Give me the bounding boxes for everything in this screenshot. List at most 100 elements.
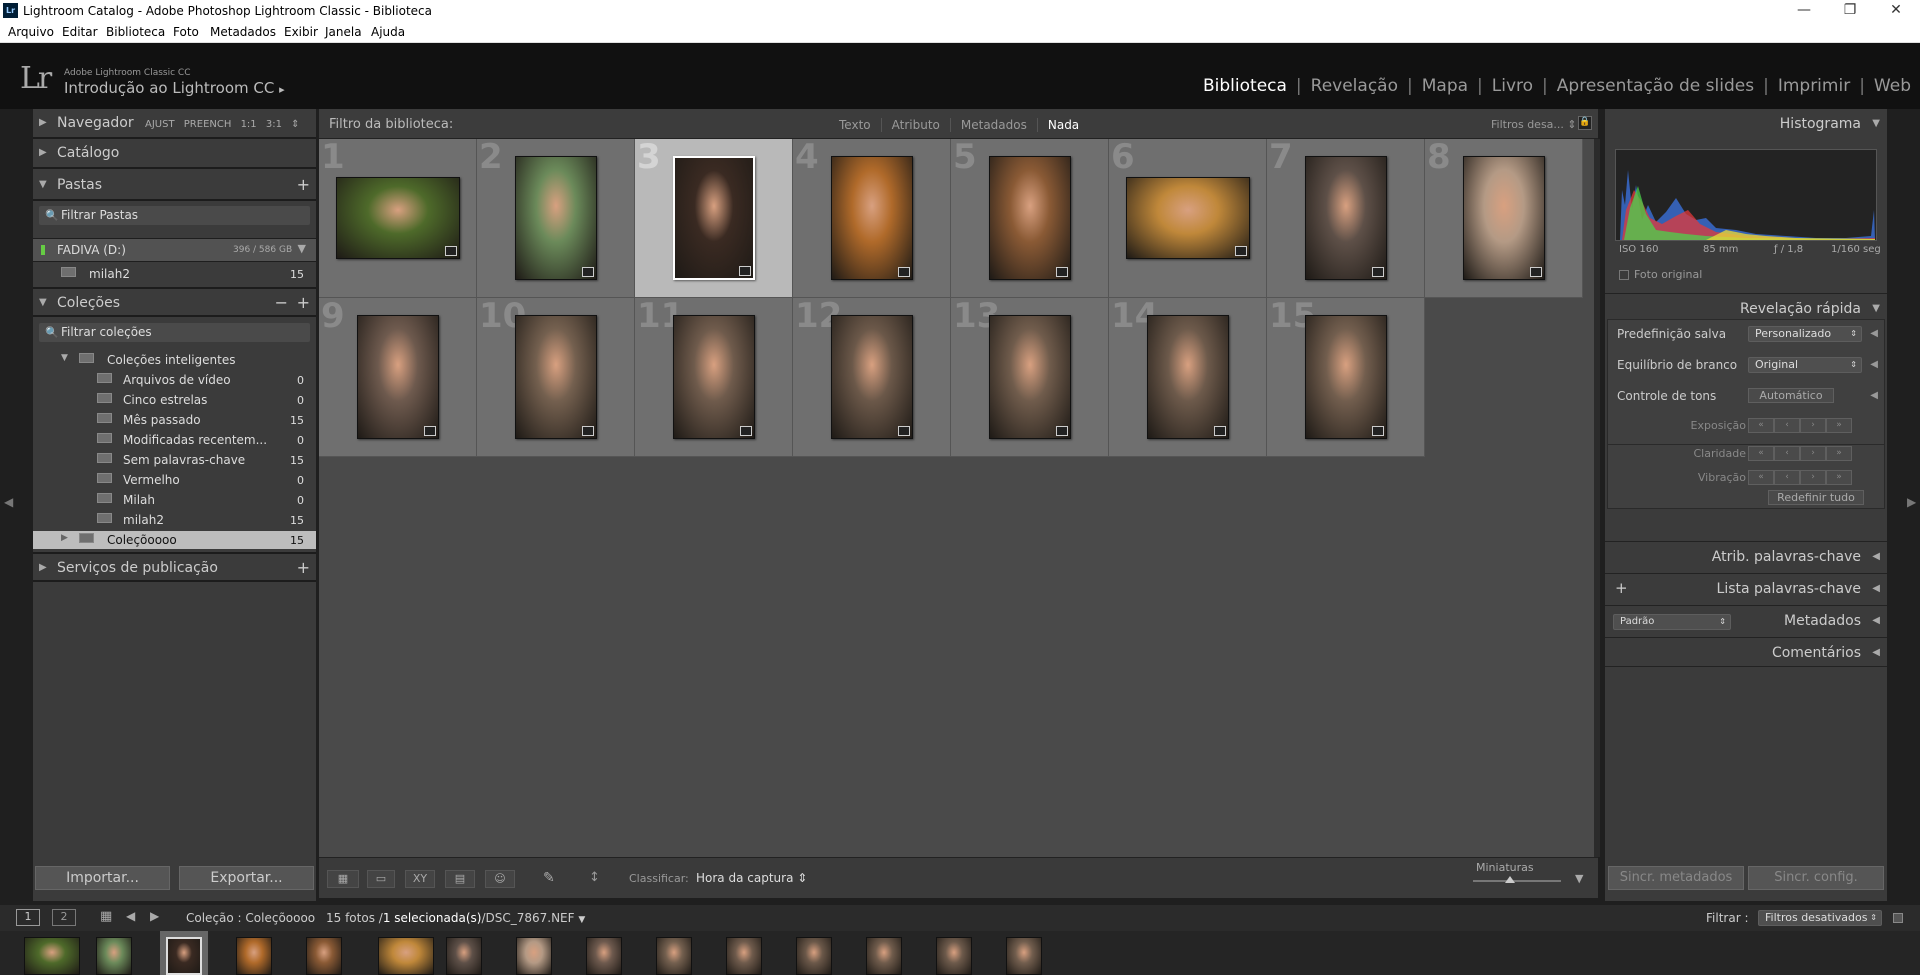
saved-preset-select[interactable]: Personalizado ⇕ [1748,326,1862,342]
edited-badge-icon[interactable] [1530,267,1542,277]
filter-tab-attribute[interactable]: Atributo [881,118,951,132]
collection-row[interactable]: Sem palavras-chave 15 [33,451,316,469]
sync-metadata-button[interactable]: Sincr. metadados [1608,866,1744,890]
grid-cell[interactable]: 14 [1109,298,1267,457]
photo-thumbnail[interactable] [831,156,913,280]
filmstrip-thumbnail[interactable] [866,937,902,975]
photo-thumbnail[interactable] [1126,177,1250,259]
compare-view-button[interactable]: XY [405,870,435,888]
forward-arrow-icon[interactable]: ▶ [150,909,159,923]
folder-row[interactable]: milah2 15 [33,264,316,284]
photo-thumbnail[interactable] [989,315,1071,439]
grid-cell[interactable]: 9 [319,298,477,457]
edited-badge-icon[interactable] [1056,267,1068,277]
filter-tab-none[interactable]: Nada [1038,118,1089,132]
grid-cell[interactable]: 4 [793,139,951,298]
expand-icon[interactable]: ◀ [1870,328,1878,339]
volume-row[interactable]: FADIVA (D:) 396 / 586 GB ▼ [33,238,316,262]
exposure-decrease-button[interactable]: ‹ [1774,418,1800,433]
vibrance-increase-large-button[interactable]: » [1826,470,1852,485]
grid-icon[interactable]: ▦ [100,909,112,924]
keywording-header[interactable]: Atrib. palavras-chave ◀ [1605,541,1887,571]
edited-badge-icon[interactable] [445,246,457,256]
filmstrip-thumbnail[interactable] [378,937,434,975]
grid-cell[interactable]: 5 [951,139,1109,298]
comments-header[interactable]: Comentários ◀ [1605,637,1887,667]
edited-badge-icon[interactable] [1235,246,1247,256]
exposure-increase-large-button[interactable]: » [1826,418,1852,433]
histogram-header[interactable]: Histograma ▼ [1605,109,1887,139]
vibrance-decrease-large-button[interactable]: « [1748,470,1774,485]
filmstrip-thumbnail[interactable] [166,937,202,975]
loupe-view-button[interactable]: ▭ [367,870,395,888]
collapse-collections-icon[interactable]: − [275,293,288,312]
white-balance-select[interactable]: Original ⇕ [1748,357,1862,373]
menu-biblioteca[interactable]: Biblioteca [106,25,165,39]
smart-collections-set[interactable]: ▼ Coleções inteligentes [33,351,316,369]
menu-arquivo[interactable]: Arquivo [8,25,54,39]
edited-badge-icon[interactable] [1214,426,1226,436]
edited-badge-icon[interactable] [898,267,910,277]
collection-row[interactable]: Mês passado 15 [33,411,316,429]
histogram-chart[interactable] [1615,149,1877,241]
grid-cell[interactable]: 7 [1267,139,1425,298]
exposure-decrease-large-button[interactable]: « [1748,418,1774,433]
import-button[interactable]: Importar... [35,866,170,890]
filmstrip-thumbnail[interactable] [726,937,762,975]
filmstrip-thumbnail[interactable] [656,937,692,975]
sort-direction-icon[interactable]: ↕ [589,870,600,885]
edited-badge-icon[interactable] [739,266,751,276]
edited-badge-icon[interactable] [582,267,594,277]
grid-cell[interactable]: 1 [319,139,477,298]
second-window-button[interactable]: 2 [52,909,76,926]
metadata-header[interactable]: Padrão ⇕ Metadados ◀ [1605,605,1887,635]
right-panel-toggle-icon[interactable]: ▶ [1907,495,1916,509]
grid-cell[interactable]: 15 [1267,298,1425,457]
edited-badge-icon[interactable] [1372,426,1384,436]
filmstrip-thumbnail[interactable] [24,937,80,975]
photo-thumbnail[interactable] [1305,156,1387,280]
vibrance-decrease-button[interactable]: ‹ [1774,470,1800,485]
add-collection-icon[interactable]: + [297,293,310,312]
photo-thumbnail[interactable] [336,177,460,259]
filmstrip-thumbnail[interactable] [446,937,482,975]
collection-row[interactable]: Cinco estrelas 0 [33,391,316,409]
filmstrip-thumbnail[interactable] [96,937,132,975]
filter-tab-metadata[interactable]: Metadados [950,118,1038,132]
left-panel-toggle-icon[interactable]: ◀ [4,495,13,509]
navigator-header[interactable]: ▶ Navegador AJUST PREENCH 1:1 3:1 ⇕ [33,109,316,139]
photo-thumbnail[interactable] [515,315,597,439]
menu-foto[interactable]: Foto [173,25,199,39]
source-path[interactable]: Coleção : Coleçõoooo [186,911,315,925]
minimize-button[interactable]: — [1781,0,1827,22]
sync-settings-button[interactable]: Sincr. config. [1748,866,1884,890]
grid-scrollbar[interactable] [1594,139,1600,857]
photo-thumbnail[interactable] [515,156,597,280]
module-web[interactable]: Web [1865,76,1920,96]
menu-metadados[interactable]: Metadados [210,25,276,39]
photo-thumbnail[interactable] [357,315,439,439]
filmstrip-filter-select[interactable]: Filtros desativados ⇕ [1758,910,1882,926]
photo-thumbnail[interactable] [1147,315,1229,439]
edited-badge-icon[interactable] [1056,426,1068,436]
vibrance-increase-button[interactable]: › [1800,470,1826,485]
publish-services-header[interactable]: ▶ Serviços de publicação + [33,552,316,582]
grid-view-button[interactable]: ▦ [327,870,359,888]
grid-cell[interactable]: 13 [951,298,1109,457]
filmstrip-thumbnail[interactable] [516,937,552,975]
filmstrip-thumbnail[interactable] [306,937,342,975]
reset-all-button[interactable]: Redefinir tudo [1768,490,1864,505]
module-imprimir[interactable]: Imprimir [1769,76,1859,96]
filmstrip-thumbnail[interactable] [586,937,622,975]
grid-cell[interactable]: 10 [477,298,635,457]
grid-cell[interactable]: 8 [1425,139,1583,298]
menu-janela[interactable]: Janela [325,25,362,39]
menu-editar[interactable]: Editar [62,25,98,39]
grid-cell[interactable]: 2 [477,139,635,298]
photo-thumbnail[interactable] [1463,156,1545,280]
filmstrip-thumbnail[interactable] [236,937,272,975]
grid-cell[interactable]: 6 [1109,139,1267,298]
exposure-increase-button[interactable]: › [1800,418,1826,433]
auto-tone-button[interactable]: Automático [1748,388,1834,403]
photo-thumbnail[interactable] [673,315,755,439]
